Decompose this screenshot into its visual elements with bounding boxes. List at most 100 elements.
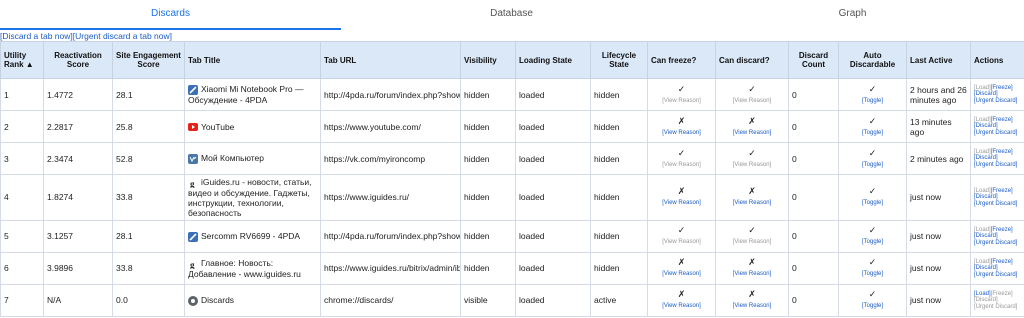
table-row: 4 1.8274 33.8 g iGuides.ru - новости, статьи…	[0, 174, 1024, 221]
freeze-link[interactable]: [Freeze]	[991, 259, 1013, 265]
freeze-status-icon: ✓	[677, 147, 686, 158]
load-link[interactable]: [Load]	[974, 85, 991, 91]
discard-link[interactable]: [Discard]	[974, 233, 998, 239]
cell-title: g iGuides.ru - новости, статьи, видео и о…	[184, 174, 321, 221]
cell-loading: loaded	[515, 110, 591, 143]
table-row: 2 2.2817 25.8 YouTube https://www.youtube.co…	[0, 110, 1024, 143]
iguides-icon: g	[188, 258, 198, 270]
view-reason-link[interactable]: [View Reason]	[733, 130, 772, 136]
cell-title: Xiaomi Mi Notebook Pro — Обсуждение - 4P…	[184, 78, 321, 111]
freeze-link[interactable]: [Freeze]	[991, 291, 1013, 297]
view-reason-link[interactable]: [View Reason]	[733, 239, 772, 245]
cell-url: http://4pda.ru/forum/index.php?showtopic	[320, 78, 461, 111]
chrome-icon	[188, 295, 198, 306]
urgent-discard-link[interactable]: [Urgent Discard]	[974, 304, 1017, 310]
load-link[interactable]: [Load]	[974, 149, 991, 155]
toggle-link[interactable]: [Toggle]	[862, 200, 883, 206]
urgent-discard-link[interactable]: [Urgent Discard]	[974, 98, 1017, 104]
auto-discardable-icon: ✓	[868, 289, 877, 300]
view-reason-link[interactable]: [View Reason]	[662, 130, 701, 136]
col-lifecycle[interactable]: Lifecycle State	[590, 41, 648, 79]
cell-engagement: 0.0	[112, 283, 185, 317]
load-link[interactable]: [Load]	[974, 117, 991, 123]
cell-reactivation: 2.3474	[43, 142, 113, 175]
col-engagement[interactable]: Site Engagement Score	[112, 41, 185, 79]
freeze-status-icon: ✗	[677, 186, 686, 197]
discard-link[interactable]: [Discard]	[974, 123, 998, 129]
discard-tab-now-link[interactable]: [Discard a tab now]	[0, 31, 73, 41]
view-reason-link[interactable]: [View Reason]	[733, 271, 772, 277]
cell-visibility: visible	[460, 283, 516, 317]
col-discard[interactable]: Can discard?	[715, 41, 789, 79]
col-url[interactable]: Tab URL	[320, 41, 461, 79]
view-reason-link[interactable]: [View Reason]	[733, 200, 772, 206]
cell-reactivation: 1.4772	[43, 78, 113, 111]
col-title[interactable]: Tab Title	[184, 41, 321, 79]
col-reactivation[interactable]: Reactivation Score	[43, 41, 113, 79]
cell-last-active: 13 minutes ago	[906, 110, 971, 143]
discard-link[interactable]: [Discard]	[974, 194, 998, 200]
urgent-discard-link[interactable]: [Urgent Discard]	[974, 130, 1017, 136]
toggle-link[interactable]: [Toggle]	[862, 239, 883, 245]
cell-count: 0	[788, 283, 839, 317]
col-auto[interactable]: Auto Discardable	[838, 41, 907, 79]
cell-freeze: ✗ [View Reason]	[647, 110, 716, 143]
col-freeze[interactable]: Can freeze?	[647, 41, 716, 79]
cell-auto: ✓ [Toggle]	[838, 283, 907, 317]
view-reason-link[interactable]: [View Reason]	[662, 239, 701, 245]
view-reason-link[interactable]: [View Reason]	[662, 271, 701, 277]
col-rank[interactable]: Utility Rank ▲	[0, 41, 44, 79]
cell-loading: loaded	[515, 174, 591, 221]
view-reason-link[interactable]: [View Reason]	[662, 200, 701, 206]
toggle-link[interactable]: [Toggle]	[862, 162, 883, 168]
urgent-discard-link[interactable]: [Urgent Discard]	[974, 162, 1017, 168]
toggle-link[interactable]: [Toggle]	[862, 303, 883, 309]
discard-link[interactable]: [Discard]	[974, 265, 998, 271]
view-reason-link[interactable]: [View Reason]	[733, 162, 772, 168]
cell-lifecycle: hidden	[590, 174, 648, 221]
freeze-link[interactable]: [Freeze]	[991, 117, 1013, 123]
tab-discards[interactable]: Discards	[0, 0, 341, 30]
col-actions[interactable]: Actions	[970, 41, 1024, 79]
cell-actions: [Load][Freeze] [Discard] [Urgent Discard]	[970, 78, 1024, 111]
col-last[interactable]: Last Active	[906, 41, 971, 79]
youtube-icon	[188, 123, 198, 132]
urgent-discard-link[interactable]: [Urgent Discard]	[974, 272, 1017, 278]
cell-reactivation: N/A	[43, 283, 113, 317]
load-link[interactable]: [Load]	[974, 188, 991, 194]
freeze-link[interactable]: [Freeze]	[991, 149, 1013, 155]
col-loading[interactable]: Loading State	[515, 41, 591, 79]
tab-graph[interactable]: Graph	[682, 0, 1023, 30]
col-count[interactable]: Discard Count	[788, 41, 839, 79]
view-reason-link[interactable]: [View Reason]	[662, 303, 701, 309]
load-link[interactable]: [Load]	[974, 291, 991, 297]
svg-text:g: g	[190, 260, 195, 269]
discard-link[interactable]: [Discard]	[974, 155, 998, 161]
cell-last-active: 2 hours and 26 minutes ago	[906, 78, 971, 111]
load-link[interactable]: [Load]	[974, 227, 991, 233]
load-link[interactable]: [Load]	[974, 259, 991, 265]
view-reason-link[interactable]: [View Reason]	[733, 98, 772, 104]
toggle-link[interactable]: [Toggle]	[862, 98, 883, 104]
urgent-discard-link[interactable]: [Urgent Discard]	[974, 201, 1017, 207]
discards-table: Utility Rank ▲ Reactivation Score Site E…	[0, 41, 1024, 317]
view-reason-link[interactable]: [View Reason]	[662, 98, 701, 104]
urgent-discard-tab-now-link[interactable]: [Urgent discard a tab now]	[73, 31, 172, 41]
toggle-link[interactable]: [Toggle]	[862, 130, 883, 136]
4pda-icon	[188, 84, 198, 95]
freeze-link[interactable]: [Freeze]	[991, 85, 1013, 91]
discard-status-icon: ✗	[748, 186, 756, 197]
col-visibility[interactable]: Visibility	[460, 41, 516, 79]
discard-link[interactable]: [Discard]	[974, 297, 998, 303]
freeze-link[interactable]: [Freeze]	[991, 227, 1013, 233]
view-reason-link[interactable]: [View Reason]	[733, 303, 772, 309]
view-reason-link[interactable]: [View Reason]	[662, 162, 701, 168]
cell-loading: loaded	[515, 219, 591, 253]
freeze-link[interactable]: [Freeze]	[991, 188, 1013, 194]
urgent-discard-link[interactable]: [Urgent Discard]	[974, 240, 1017, 246]
cell-url: http://4pda.ru/forum/index.php?showtopic	[320, 219, 461, 253]
toggle-link[interactable]: [Toggle]	[862, 271, 883, 277]
discard-link[interactable]: [Discard]	[974, 91, 998, 97]
tab-database[interactable]: Database	[341, 0, 682, 30]
cell-lifecycle: hidden	[590, 219, 648, 253]
